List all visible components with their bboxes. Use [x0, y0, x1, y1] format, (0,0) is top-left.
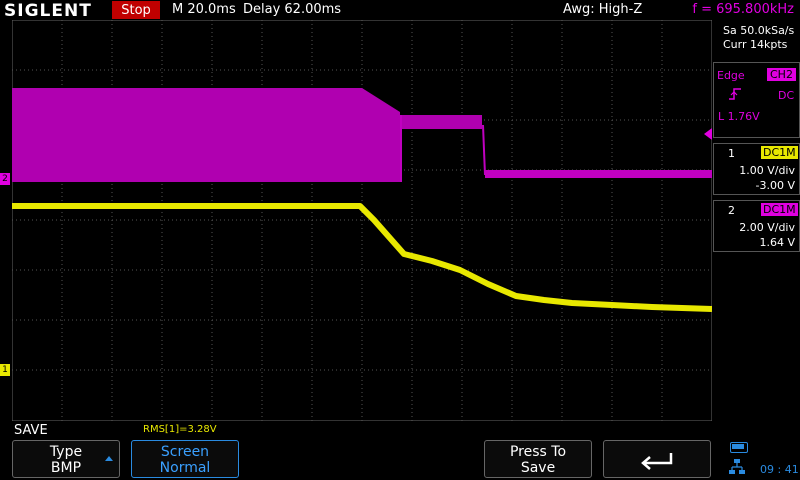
rms-measurement: RMS[1]=3.28V [143, 424, 217, 435]
memory-depth: Curr 14kpts [723, 38, 788, 51]
awg-readout: Awg: High-Z [563, 2, 643, 17]
ch2-info-box[interactable]: 2 DC1M 2.00 V/div 1.64 V [713, 200, 800, 252]
trigger-source: CH2 [767, 68, 796, 81]
type-button-value: BMP [50, 460, 82, 476]
ch2-scale: 2.00 V/div [739, 221, 795, 234]
battery-icon [730, 442, 748, 453]
ch1-number: 1 [728, 147, 735, 160]
press-to-save-button[interactable]: Press To Save [484, 440, 592, 478]
back-button[interactable] [603, 440, 711, 478]
trigger-type: Edge [717, 69, 745, 82]
trigger-panel[interactable]: Edge CH2 DC L 1.76V [713, 62, 800, 138]
brand-logo: SIGLENT [4, 1, 92, 21]
back-arrow-icon [641, 453, 673, 470]
waveform-display[interactable] [12, 20, 712, 421]
clock: 09 : 41 [760, 463, 799, 476]
ch2-number: 2 [728, 204, 735, 217]
frequency-counter: f = 695.800kHz [692, 2, 794, 17]
ch2-offset-marker[interactable]: 2 [0, 173, 10, 185]
ch1-offset-marker[interactable]: 1 [0, 364, 10, 376]
ch2-offset: 1.64 V [759, 236, 795, 249]
trigger-level: L 1.76V [718, 110, 760, 123]
ch1-scale: 1.00 V/div [739, 164, 795, 177]
save-button-title: Press To [509, 444, 567, 460]
save-button-value: Save [520, 460, 556, 476]
run-stop-indicator[interactable]: Stop [112, 1, 160, 19]
screen-button-title: Screen [160, 444, 210, 460]
ch1-coupling: DC1M [761, 146, 798, 159]
sample-rate: Sa 50.0kSa/s [723, 24, 795, 37]
network-icon [729, 459, 745, 474]
menu-title: SAVE [14, 423, 48, 438]
trigger-coupling: DC [778, 89, 795, 102]
type-button-title: Type [49, 444, 83, 460]
rising-edge-icon [729, 88, 741, 100]
screen-button-value: Normal [159, 460, 211, 476]
chevron-up-icon [105, 456, 113, 461]
status-bar: SIGLENT Stop M 20.0ms Delay 62.00ms Awg:… [0, 0, 800, 21]
type-button[interactable]: Type BMP [12, 440, 120, 478]
ch1-info-box[interactable]: 1 DC1M 1.00 V/div -3.00 V [713, 143, 800, 195]
timebase-readout[interactable]: M 20.0ms [172, 2, 236, 17]
trigger-level-marker[interactable] [704, 128, 712, 140]
delay-readout[interactable]: Delay 62.00ms [243, 2, 341, 17]
ch1-offset: -3.00 V [755, 179, 795, 192]
ch2-coupling: DC1M [761, 203, 798, 216]
screen-button[interactable]: Screen Normal [131, 440, 239, 478]
